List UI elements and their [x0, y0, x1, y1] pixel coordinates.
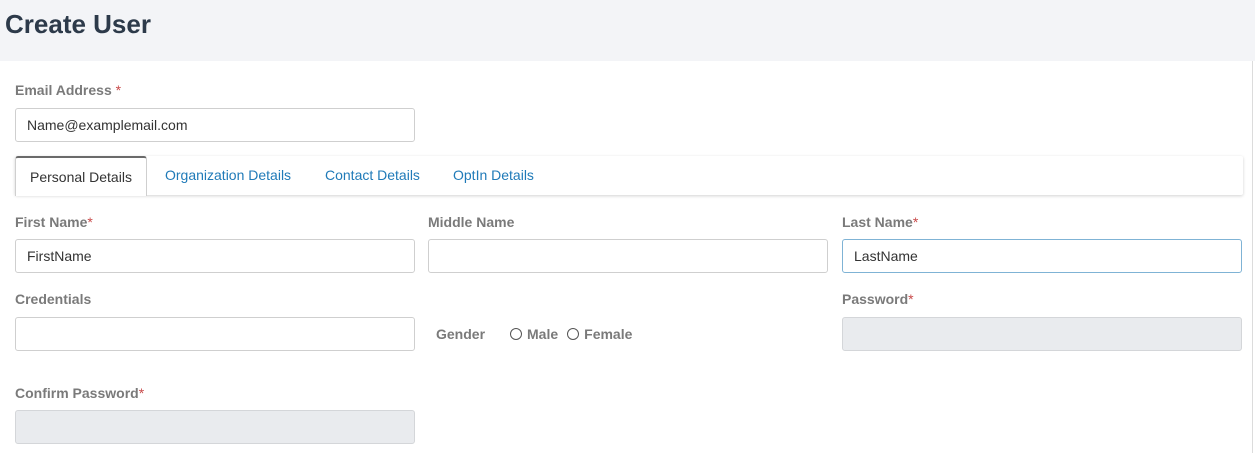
password-label: Password*	[842, 291, 914, 307]
required-mark: *	[87, 214, 93, 230]
gender-group: Gender Male Female	[436, 326, 632, 342]
tab-organization-details[interactable]: Organization Details	[165, 156, 291, 195]
gender-label: Gender	[436, 326, 486, 342]
gender-female-label[interactable]: Female	[584, 326, 632, 342]
tab-personal-details[interactable]: Personal Details	[15, 156, 147, 196]
first-name-field[interactable]	[15, 239, 415, 273]
confirm-password-field[interactable]	[15, 410, 415, 444]
gender-female-radio[interactable]	[567, 328, 580, 340]
panel-right-border	[1252, 61, 1253, 453]
gender-male-radio[interactable]	[510, 328, 523, 340]
middle-name-label: Middle Name	[428, 214, 515, 230]
middle-name-field[interactable]	[428, 239, 828, 273]
tab-optin-details[interactable]: OptIn Details	[453, 156, 534, 195]
required-mark: *	[138, 385, 145, 401]
required-mark: *	[115, 82, 122, 98]
credentials-field[interactable]	[15, 317, 415, 351]
credentials-label: Credentials	[15, 291, 92, 307]
tab-contact-details[interactable]: Contact Details	[325, 156, 420, 195]
page-title: Create User	[5, 9, 151, 39]
email-label: Email Address *	[15, 82, 122, 98]
gender-male-label[interactable]: Male	[527, 326, 558, 342]
page-header: Create User	[0, 0, 1255, 61]
required-mark: *	[908, 291, 914, 307]
first-name-label: First Name*	[15, 214, 93, 230]
confirm-password-label: Confirm Password*	[15, 385, 145, 401]
password-field[interactable]	[842, 317, 1242, 351]
tabs-bar: Personal Details Organization Details Co…	[15, 156, 1243, 196]
last-name-field[interactable]	[842, 239, 1242, 273]
required-mark: *	[912, 214, 919, 230]
email-field[interactable]	[15, 108, 415, 142]
last-name-label: Last Name*	[842, 214, 919, 230]
